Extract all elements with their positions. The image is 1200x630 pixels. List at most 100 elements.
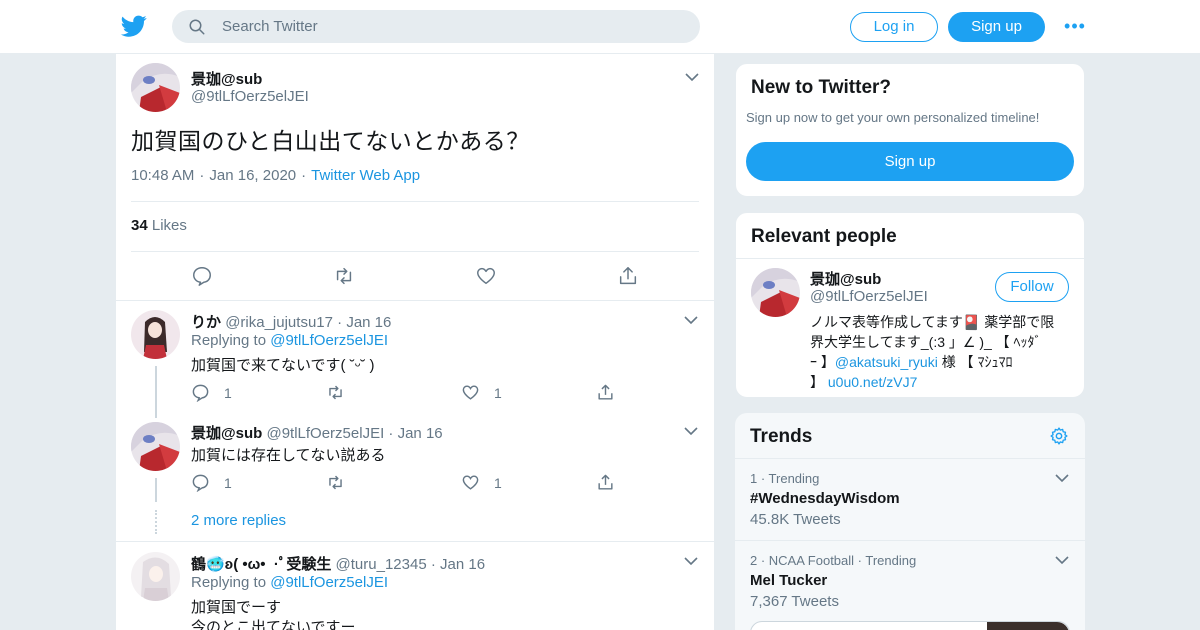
main-timeline: 景珈@sub @9tlLfOerz5elJEI 加賀国のひと白山出てないとかある… — [115, 54, 715, 630]
separator-dot: · — [430, 556, 436, 573]
trend-item[interactable]: 1 · Trending #WednesdayWisdom 45.8K Twee… — [735, 459, 1085, 540]
tweet-author-handle[interactable]: @9tlLfOerz5elJEI — [191, 88, 309, 105]
tweet-source-link[interactable]: Twitter Web App — [311, 167, 420, 184]
tweet-timestamp: 10:48 AM · Jan 16, 2020 · Twitter Web App — [131, 167, 421, 184]
avatar[interactable] — [131, 422, 180, 471]
avatar-image — [131, 310, 180, 359]
bio-mention-link[interactable]: @akatsuki_ryuki — [835, 354, 938, 370]
bio-text: 】 — [810, 374, 824, 390]
twitter-logo-icon[interactable] — [120, 13, 148, 39]
separator-dot: · — [337, 314, 343, 331]
reply-author-handle[interactable]: @9tlLfOerz5elJEI — [266, 425, 384, 442]
reply-header: 鶴🥶ʚ( •ω• ︎︎ ︎︎·ﾟ受験生 @turu_12345 · Jan 16 — [191, 553, 485, 574]
trend-media-card[interactable] — [750, 621, 1070, 630]
trend-meta: 2 · NCAA Football · Trending — [750, 553, 917, 568]
chevron-down-icon[interactable] — [1055, 473, 1069, 483]
bio-line: 】 u0u0.net/zVJ7 — [810, 372, 1054, 392]
chevron-down-icon[interactable] — [684, 556, 698, 566]
login-button[interactable]: Log in — [850, 12, 938, 42]
reply-text: 今のとこ出てないですー — [191, 619, 356, 630]
likes-stat[interactable]: 34 Likes — [131, 217, 187, 234]
person-handle[interactable]: @9tlLfOerz5elJEI — [810, 288, 928, 305]
trend-meta: 1 · Trending — [750, 471, 820, 486]
settings-gear-icon[interactable] — [1049, 426, 1069, 446]
trends-title: Trends — [750, 426, 813, 447]
tweet-text: 加賀国のひと白山出てないとかある？ — [131, 128, 530, 154]
tweet-date[interactable]: Jan 16, 2020 — [209, 167, 296, 184]
follow-button[interactable]: Follow — [995, 272, 1069, 302]
search-icon — [189, 19, 205, 35]
divider — [116, 541, 714, 542]
divider — [116, 300, 714, 301]
chevron-down-icon[interactable] — [1055, 555, 1069, 565]
replying-to: Replying to @9tlLfOerz5elJEI — [191, 574, 388, 591]
signup-button[interactable]: Sign up — [948, 12, 1045, 42]
avatar[interactable] — [131, 310, 180, 359]
chevron-down-icon[interactable] — [684, 426, 698, 436]
reply-action[interactable]: 1 — [191, 383, 232, 402]
trend-name: Mel Tucker — [750, 572, 828, 589]
replying-to: Replying to @9tlLfOerz5elJEI — [191, 332, 388, 349]
like-action[interactable]: 1 — [461, 473, 502, 492]
signup-card-title: New to Twitter? — [751, 77, 892, 98]
avatar-image — [131, 63, 180, 112]
retweet-icon[interactable] — [333, 265, 355, 287]
like-icon — [462, 475, 479, 490]
reply-author-handle[interactable]: @turu_12345 — [336, 556, 427, 573]
bio-url-link[interactable]: u0u0.net/zVJ7 — [828, 374, 918, 390]
reply-header: りか @rika_jujutsu17 · Jan 16 — [191, 311, 391, 332]
chevron-down-icon[interactable] — [685, 72, 699, 82]
more-options-icon[interactable]: ••• — [1063, 16, 1087, 36]
trend-media-thumbnail — [987, 622, 1069, 630]
bio-text: ｰ 】 — [810, 354, 835, 370]
likes-label: Likes — [151, 217, 187, 234]
tweet-author-name[interactable]: 景珈@sub — [191, 68, 262, 89]
share-icon[interactable] — [596, 473, 615, 492]
share-icon[interactable] — [617, 265, 639, 287]
relevant-people-title: Relevant people — [751, 226, 897, 247]
divider — [131, 201, 699, 202]
retweet-icon[interactable] — [326, 383, 345, 402]
search-input[interactable] — [222, 10, 682, 43]
reply-icon — [192, 474, 209, 492]
retweet-icon[interactable] — [326, 473, 345, 492]
avatar[interactable] — [131, 552, 180, 601]
signup-card-subtitle: Sign up now to get your own personalized… — [746, 110, 1040, 125]
like-count: 1 — [494, 384, 502, 401]
person-bio: ノルマ表等作成してます🎴 薬学部で限 界大学生してます_(:3 」∠ )_ 【 … — [810, 312, 1054, 392]
reply-date[interactable]: Jan 16 — [346, 314, 391, 331]
bio-line: ノルマ表等作成してます🎴 薬学部で限 — [810, 314, 1055, 330]
reply-action[interactable]: 1 — [191, 473, 232, 492]
replying-to-label: Replying to — [191, 332, 267, 349]
share-icon[interactable] — [596, 383, 615, 402]
trend-item[interactable]: 2 · NCAA Football · Trending Mel Tucker … — [735, 541, 1085, 622]
more-replies-link[interactable]: 2 more replies — [191, 512, 286, 529]
reply-author-name[interactable]: りか — [191, 314, 221, 331]
reply-text: 加賀には存在してない説ある — [191, 447, 386, 464]
reply-author-name[interactable]: 景珈@sub — [191, 425, 262, 442]
reply-author-handle[interactable]: @rika_jujutsu17 — [225, 314, 333, 331]
bio-line: ｰ 】@akatsuki_ryuki 様 【 ﾏｼｭﾏﾛ — [810, 352, 1054, 372]
reply-date[interactable]: Jan 16 — [440, 556, 485, 573]
reply-author-name[interactable]: 鶴🥶ʚ( •ω• ︎︎ ︎︎·ﾟ受験生 — [191, 556, 331, 573]
person-name[interactable]: 景珈@sub — [810, 268, 881, 289]
replying-to-handle[interactable]: @9tlLfOerz5elJEI — [270, 574, 388, 591]
likes-count: 34 — [131, 217, 148, 234]
trends-card: Trends 1 · Trending #WednesdayWisdom 45.… — [735, 413, 1085, 630]
bio-line: 界大学生してます_(:3 」∠ )_ 【 ﾍｯﾀﾞ — [810, 334, 1042, 350]
search-box[interactable] — [172, 10, 700, 43]
avatar[interactable] — [751, 268, 800, 317]
reply-icon — [192, 384, 209, 402]
avatar-image — [131, 422, 180, 471]
like-icon[interactable] — [475, 265, 497, 287]
reply-icon[interactable] — [191, 265, 213, 287]
replying-to-handle[interactable]: @9tlLfOerz5elJEI — [270, 332, 388, 349]
like-icon — [462, 385, 479, 400]
relevant-people-card: Relevant people 景珈@sub @9tlLfOerz5elJEI … — [735, 212, 1085, 398]
like-action[interactable]: 1 — [461, 383, 502, 402]
chevron-down-icon[interactable] — [684, 315, 698, 325]
avatar[interactable] — [131, 63, 180, 112]
signup-card-button[interactable]: Sign up — [746, 142, 1074, 181]
reply-date[interactable]: Jan 16 — [398, 425, 443, 442]
tweet-time[interactable]: 10:48 AM — [131, 167, 194, 184]
